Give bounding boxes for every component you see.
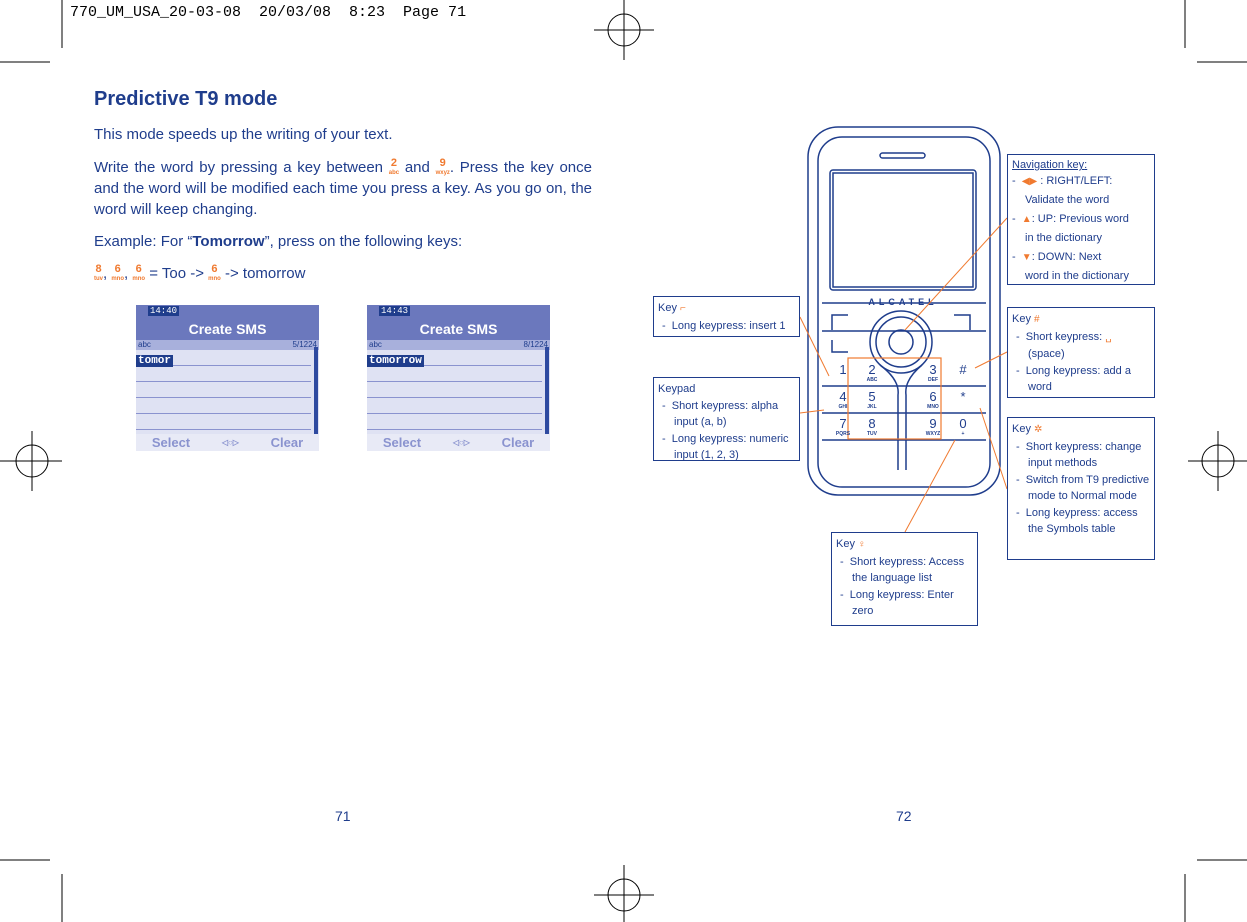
phone-key-letters: TUV bbox=[867, 431, 878, 437]
navigation-key-callout: Navigation key: - ◀▶ : RIGHT/LEFT: Valid… bbox=[1007, 154, 1155, 285]
up-arrow-icon: ▲ bbox=[1021, 214, 1032, 225]
phone-key-letters: MNO bbox=[927, 404, 939, 410]
phone-key-*: * bbox=[960, 389, 965, 404]
phone-key-letters: PQRS bbox=[836, 431, 851, 437]
phone-key-letters: GHI bbox=[839, 404, 849, 410]
phone-key-2: 2 bbox=[868, 362, 875, 377]
down-arrow-icon: ▼ bbox=[1021, 252, 1032, 263]
hash-key-icon: # bbox=[1034, 314, 1040, 325]
phone-key-letters: ABC bbox=[867, 377, 878, 383]
phone-key-5: 5 bbox=[868, 389, 875, 404]
phone-key-1: 1 bbox=[839, 362, 846, 377]
zero-key-callout: Key ♀ - Short keypress: Access the langu… bbox=[831, 532, 978, 626]
star-key-icon: ✲ bbox=[1034, 424, 1043, 435]
phone-key-7: 7 bbox=[839, 416, 846, 431]
voicemail-key-icon: ⌐ bbox=[680, 303, 686, 314]
phone-key-4: 4 bbox=[839, 389, 846, 404]
keypad-callout: Keypad - Short keypress: alpha input (a,… bbox=[653, 377, 800, 461]
phone-key-letters: WXYZ bbox=[926, 431, 940, 437]
phone-key-0: 0 bbox=[959, 416, 966, 431]
phone-key-letters: DEF bbox=[928, 377, 938, 383]
right-arrow-icon: ▶ bbox=[1029, 176, 1038, 187]
phone-key-letters: + bbox=[962, 431, 965, 437]
hash-key-callout: Key # - Short keypress: ␣ (space) - Long… bbox=[1007, 307, 1155, 398]
key-1-callout: Key ⌐ - Long keypress: insert 1 bbox=[653, 296, 800, 337]
phone-key-9: 9 bbox=[929, 416, 936, 431]
phone-key-#: # bbox=[959, 362, 967, 377]
phone-key-6: 6 bbox=[929, 389, 936, 404]
phone-key-8: 8 bbox=[868, 416, 875, 431]
star-key-callout: Key ✲ - Short keypress: change input met… bbox=[1007, 417, 1155, 560]
phone-key-letters: JKL bbox=[867, 404, 876, 410]
zero-key-icon: ♀ bbox=[858, 539, 866, 550]
space-icon: ␣ bbox=[1105, 331, 1112, 343]
phone-key-3: 3 bbox=[929, 362, 936, 377]
